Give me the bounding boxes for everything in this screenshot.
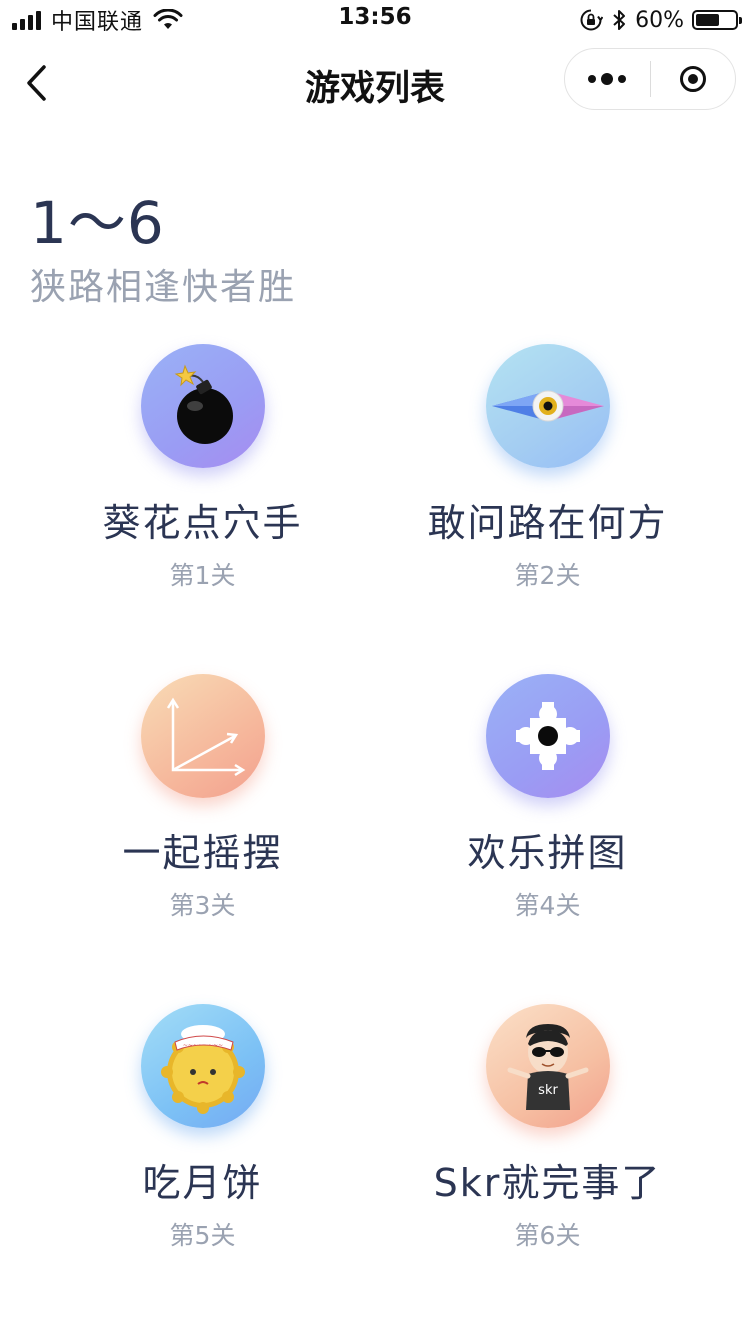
game-name: 一起摇摆 xyxy=(122,831,283,875)
game-item[interactable]: 葵花点穴手 第1关 xyxy=(30,344,375,674)
sunglasses-guy-icon: skr xyxy=(485,1004,610,1128)
more-button[interactable] xyxy=(565,49,650,109)
game-item[interactable]: 一起摇摆 第3关 xyxy=(30,674,375,1004)
game-level: 第1关 xyxy=(169,561,236,590)
game-level: 第4关 xyxy=(514,891,581,920)
orientation-lock-icon xyxy=(580,9,604,31)
game-name: 欢乐拼图 xyxy=(467,831,628,875)
game-name: 敢问路在何方 xyxy=(427,501,668,545)
game-level: 第2关 xyxy=(514,561,581,590)
game-name: Skr就完事了 xyxy=(433,1161,662,1205)
puzzle-icon xyxy=(485,674,610,798)
game-item[interactable]: 敢问路在何方 第2关 xyxy=(375,344,720,674)
svg-text:~~~~~~~~: ~~~~~~~~ xyxy=(182,1042,222,1049)
battery-icon xyxy=(692,10,742,30)
game-level: 第3关 xyxy=(169,891,236,920)
game-item[interactable]: 欢乐拼图 第4关 xyxy=(375,674,720,1004)
game-item[interactable]: skr Skr就完事了 第6关 xyxy=(375,1004,720,1334)
game-item[interactable]: ~~~~~~~~ 吃月饼 第5关 xyxy=(30,1004,375,1334)
more-dot-icon xyxy=(588,75,597,83)
more-dot-icon xyxy=(618,75,627,83)
navigation-bar: 游戏列表 xyxy=(0,40,750,126)
game-name: 葵花点穴手 xyxy=(102,501,303,545)
game-level: 第5关 xyxy=(169,1221,236,1250)
section-subtitle: 狭路相逢快者胜 xyxy=(30,267,297,308)
compass-eye-icon xyxy=(485,344,610,468)
section-range: 1～6 xyxy=(30,189,165,257)
game-grid: 葵花点穴手 第1关 敢问路在何方 第2关 一起摇摆 第3关 欢乐拼图 第4关 ~… xyxy=(30,344,720,1334)
bluetooth-icon xyxy=(613,10,626,30)
game-level: 第6关 xyxy=(514,1221,581,1250)
target-circle-icon xyxy=(679,66,706,92)
mooncake-icon: ~~~~~~~~ xyxy=(140,1004,265,1128)
bomb-icon xyxy=(140,344,265,468)
battery-percent: 60% xyxy=(635,7,684,33)
svg-text:skr: skr xyxy=(538,1083,558,1098)
more-dot-icon xyxy=(601,73,614,85)
status-bar: 中国联通 13:56 60% xyxy=(0,0,750,40)
battery-level xyxy=(696,14,719,26)
mini-program-capsule xyxy=(564,48,736,110)
close-mini-program-button[interactable] xyxy=(651,49,736,109)
axis-chart-icon xyxy=(140,674,265,798)
game-name: 吃月饼 xyxy=(142,1161,263,1205)
